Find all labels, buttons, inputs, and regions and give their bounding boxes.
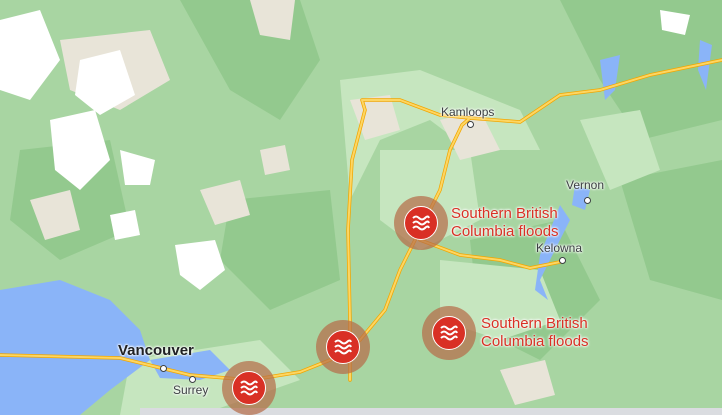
flood-icon xyxy=(326,330,360,364)
city-label-vernon: Vernon xyxy=(566,178,605,192)
surrey-dot xyxy=(189,376,196,383)
city-label-kamloops: Kamloops xyxy=(441,105,495,119)
flood-icon xyxy=(232,371,266,405)
wave-icon xyxy=(440,325,458,341)
wave-icon xyxy=(334,339,352,355)
vancouver-dot xyxy=(160,365,167,372)
event-title-line2: Columbia floods xyxy=(481,333,589,350)
flood-icon xyxy=(432,316,466,350)
vernon-dot xyxy=(584,197,591,204)
wave-icon xyxy=(412,215,430,231)
event-title-line1: Southern British xyxy=(451,205,558,222)
flood-event-marker[interactable] xyxy=(422,306,476,360)
kelowna-dot xyxy=(559,257,566,264)
map-edge-road xyxy=(140,408,722,415)
event-title-line2: Columbia floods xyxy=(451,223,559,240)
flood-event-marker[interactable] xyxy=(222,361,276,415)
wave-icon xyxy=(240,380,258,396)
kamloops-dot xyxy=(467,121,474,128)
city-label-vancouver: Vancouver xyxy=(118,342,194,359)
city-label-surrey: Surrey xyxy=(173,383,209,397)
flood-icon xyxy=(404,206,438,240)
flood-event-label[interactable]: Southern British Columbia floods xyxy=(451,205,559,241)
event-title-line1: Southern British xyxy=(481,315,588,332)
flood-event-marker[interactable] xyxy=(316,320,370,374)
flood-event-marker[interactable] xyxy=(394,196,448,250)
flood-event-label[interactable]: Southern British Columbia floods xyxy=(481,315,589,351)
city-label-kelowna: Kelowna xyxy=(536,241,583,255)
